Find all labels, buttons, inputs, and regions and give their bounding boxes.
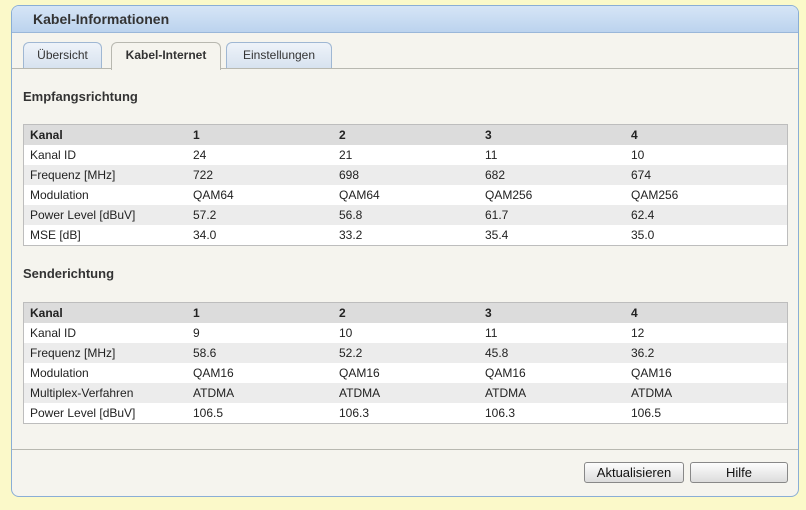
header-cell: 2 bbox=[333, 302, 479, 323]
cell-value: 106.3 bbox=[339, 406, 370, 420]
cell-value: QAM16 bbox=[485, 366, 526, 380]
tab-kabel-internet[interactable]: Kabel-Internet bbox=[111, 42, 221, 70]
tab-uebersicht[interactable]: Übersicht bbox=[23, 42, 102, 68]
panel-title: Kabel-Informationen bbox=[12, 6, 798, 33]
row-label: Multiplex-Verfahren bbox=[23, 383, 187, 403]
table-row: Modulation QAM16 QAM16 QAM16 QAM16 bbox=[24, 363, 788, 383]
header-cell: 2 bbox=[333, 124, 479, 145]
cell-value: 11 bbox=[485, 148, 498, 162]
table-row: Power Level [dBuV] 106.5 106.3 106.3 106… bbox=[24, 403, 788, 424]
cell-value: 21 bbox=[339, 148, 353, 162]
cell-value: QAM16 bbox=[339, 366, 380, 380]
table-row: Multiplex-Verfahren ATDMA ATDMA ATDMA AT… bbox=[23, 383, 788, 403]
cell-value: ATDMA bbox=[479, 383, 625, 403]
cell-value: 9 bbox=[193, 326, 200, 340]
cell-value: 10 bbox=[339, 326, 353, 340]
header-cell: 1 bbox=[187, 302, 333, 323]
cell-value: ATDMA bbox=[625, 383, 788, 403]
row-label: Kanal ID bbox=[30, 148, 77, 162]
row-label: Modulation bbox=[30, 188, 89, 202]
cell-value: 11 bbox=[485, 326, 498, 340]
cell-value: 10 bbox=[631, 148, 645, 162]
cell-value: 722 bbox=[187, 165, 333, 185]
cable-info-panel: Kabel-Informationen Übersicht Kabel-Inte… bbox=[11, 5, 799, 497]
cell-value: 35.4 bbox=[485, 228, 509, 242]
table-row: Frequenz [MHz] 722 698 682 674 bbox=[23, 165, 788, 185]
cell-value: 106.5 bbox=[193, 406, 224, 420]
cell-value: 57.2 bbox=[187, 205, 333, 225]
cell-value: 61.7 bbox=[479, 205, 625, 225]
help-button[interactable]: Hilfe bbox=[690, 462, 788, 483]
cell-value: 674 bbox=[625, 165, 788, 185]
tab-einstellungen[interactable]: Einstellungen bbox=[226, 42, 332, 68]
cell-value: 35.0 bbox=[631, 228, 655, 242]
upstream-table: Kanal 1 2 3 4 Kanal ID 9 10 11 12 Freque… bbox=[23, 302, 788, 424]
row-label: Frequenz [MHz] bbox=[23, 343, 187, 363]
cell-value: 682 bbox=[479, 165, 625, 185]
table-header-row: Kanal 1 2 3 4 bbox=[23, 302, 788, 323]
cell-value: 698 bbox=[333, 165, 479, 185]
table-row: Kanal ID 9 10 11 12 bbox=[24, 323, 788, 343]
table-row: Frequenz [MHz] 58.6 52.2 45.8 36.2 bbox=[23, 343, 788, 363]
table-row: MSE [dB] 34.0 33.2 35.4 35.0 bbox=[24, 225, 788, 246]
cell-value: 36.2 bbox=[625, 343, 788, 363]
cell-value: 24 bbox=[193, 148, 207, 162]
row-label: Power Level [dBuV] bbox=[30, 406, 136, 420]
cell-value: QAM256 bbox=[631, 188, 679, 202]
header-cell: 3 bbox=[479, 302, 625, 323]
cell-value: 106.5 bbox=[631, 406, 662, 420]
cell-value: 45.8 bbox=[479, 343, 625, 363]
row-label: Frequenz [MHz] bbox=[23, 165, 187, 185]
upstream-title: Senderichtung bbox=[23, 266, 115, 281]
table-row: Modulation QAM64 QAM64 QAM256 QAM256 bbox=[24, 185, 788, 205]
cell-value: 56.8 bbox=[333, 205, 479, 225]
row-label: Power Level [dBuV] bbox=[23, 205, 187, 225]
table-row: Kanal ID 24 21 11 10 bbox=[24, 145, 788, 165]
header-cell: Kanal bbox=[23, 302, 187, 323]
cell-value: QAM64 bbox=[339, 188, 380, 202]
header-cell: 1 bbox=[187, 124, 333, 145]
cell-value: QAM256 bbox=[485, 188, 533, 202]
cell-value: QAM64 bbox=[193, 188, 234, 202]
row-label: Kanal ID bbox=[30, 326, 77, 340]
cell-value: 62.4 bbox=[625, 205, 788, 225]
header-cell: 4 bbox=[625, 124, 788, 145]
row-label: MSE [dB] bbox=[30, 228, 81, 242]
downstream-table: Kanal 1 2 3 4 Kanal ID 24 21 11 10 Frequ… bbox=[23, 124, 788, 246]
cell-value: 106.3 bbox=[485, 406, 516, 420]
cell-value: QAM16 bbox=[193, 366, 234, 380]
downstream-title: Empfangsrichtung bbox=[23, 89, 138, 104]
button-bar: Aktualisieren Hilfe bbox=[12, 449, 798, 496]
table-row: Power Level [dBuV] 57.2 56.8 61.7 62.4 bbox=[23, 205, 788, 225]
cell-value: QAM16 bbox=[631, 366, 672, 380]
cell-value: 52.2 bbox=[333, 343, 479, 363]
cell-value: 33.2 bbox=[339, 228, 363, 242]
row-label: Modulation bbox=[30, 366, 89, 380]
header-cell: 3 bbox=[479, 124, 625, 145]
cell-value: ATDMA bbox=[333, 383, 479, 403]
table-header-row: Kanal 1 2 3 4 bbox=[23, 124, 788, 145]
cell-value: 34.0 bbox=[193, 228, 217, 242]
refresh-button[interactable]: Aktualisieren bbox=[584, 462, 684, 483]
cell-value: 58.6 bbox=[187, 343, 333, 363]
header-cell: 4 bbox=[625, 302, 788, 323]
cell-value: 12 bbox=[631, 326, 645, 340]
tab-bar: Übersicht Kabel-Internet Einstellungen bbox=[12, 33, 798, 70]
header-cell: Kanal bbox=[23, 124, 187, 145]
cell-value: ATDMA bbox=[187, 383, 333, 403]
